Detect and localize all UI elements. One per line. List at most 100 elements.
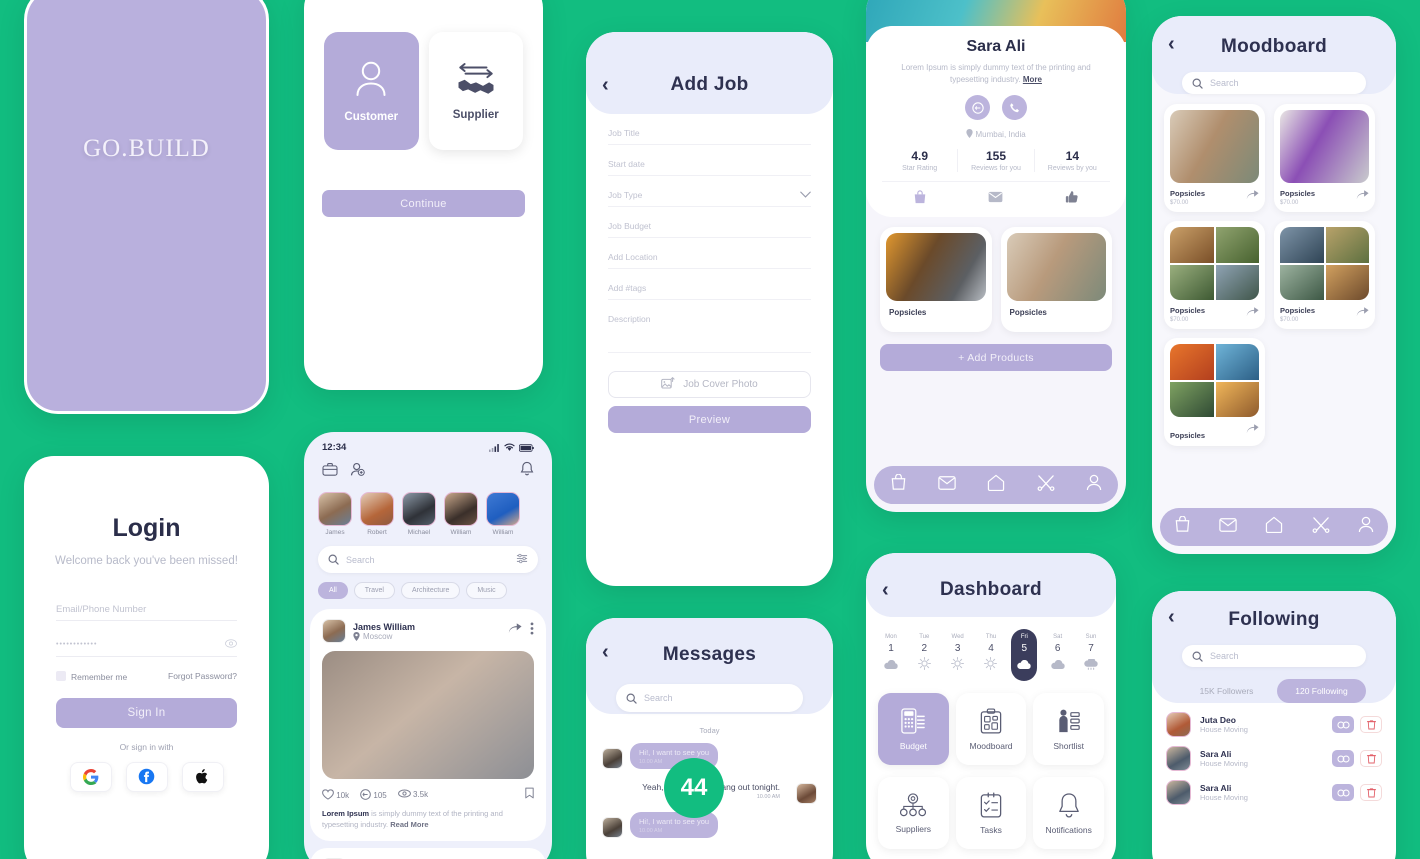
continue-button[interactable]: Continue <box>322 190 525 217</box>
nav-bag-icon[interactable] <box>890 473 907 496</box>
share-icon[interactable] <box>508 622 522 640</box>
tab-following[interactable]: 120 Following <box>1277 679 1366 703</box>
eye-icon[interactable] <box>225 639 237 651</box>
search-input[interactable]: Search <box>1182 72 1366 94</box>
read-more-link[interactable]: Read More <box>390 820 428 829</box>
add-tags-input[interactable]: Add #tags <box>608 269 811 300</box>
mail-icon[interactable] <box>988 190 1003 209</box>
story-item[interactable]: Robert <box>360 492 394 536</box>
share-icon[interactable] <box>1356 305 1369 323</box>
day-item[interactable]: Wed 3 <box>945 629 971 681</box>
job-title-input[interactable]: Job Title <box>608 114 811 145</box>
filter-icon[interactable] <box>516 553 528 566</box>
search-input[interactable]: Search <box>1182 645 1366 667</box>
story-item[interactable]: James <box>318 492 352 536</box>
delete-button[interactable] <box>1360 784 1382 801</box>
bell-icon[interactable] <box>520 461 534 482</box>
mood-card[interactable]: Popsicles $70.00 <box>1164 104 1265 212</box>
share-icon[interactable] <box>1246 305 1259 323</box>
back-button[interactable]: ‹ <box>882 580 889 600</box>
chip-all[interactable]: All <box>318 582 348 599</box>
add-user-icon[interactable] <box>350 462 365 482</box>
thumbs-up-icon[interactable] <box>1065 190 1079 209</box>
remember-me-checkbox[interactable]: Remember me <box>56 670 127 682</box>
job-type-select[interactable]: Job Type <box>608 176 811 207</box>
email-field[interactable]: Email/Phone Number <box>56 604 237 621</box>
nav-mail-icon[interactable] <box>938 475 956 495</box>
like-stat[interactable]: 10k <box>322 788 349 800</box>
day-item[interactable]: Tue 2 <box>911 629 937 681</box>
search-input[interactable]: Search <box>318 546 538 573</box>
nav-tools-icon[interactable] <box>1312 516 1330 538</box>
back-button[interactable]: ‹ <box>602 642 609 662</box>
add-location-input[interactable]: Add Location <box>608 238 811 269</box>
product-card[interactable]: Popsicles <box>880 227 992 332</box>
job-cover-photo-button[interactable]: Job Cover Photo <box>608 371 811 398</box>
google-signin-button[interactable] <box>69 761 112 792</box>
more-link[interactable]: More <box>1023 75 1042 84</box>
bookmark-icon[interactable] <box>525 787 534 801</box>
share-icon[interactable] <box>1246 422 1259 440</box>
delete-button[interactable] <box>1360 716 1382 733</box>
unfollow-button[interactable] <box>1332 716 1354 733</box>
job-budget-input[interactable]: Job Budget <box>608 207 811 238</box>
mood-card[interactable]: Popsicles <box>1164 338 1265 446</box>
nav-user-icon[interactable] <box>1086 474 1102 496</box>
delete-button[interactable] <box>1360 750 1382 767</box>
day-item[interactable]: Mon 1 <box>878 629 904 681</box>
mood-card[interactable]: Popsicles $70.00 <box>1274 221 1375 329</box>
nav-tools-icon[interactable] <box>1037 474 1055 496</box>
day-item[interactable]: Thu 4 <box>978 629 1004 681</box>
tile-suppliers[interactable]: Suppliers <box>878 777 949 849</box>
nav-user-icon[interactable] <box>1358 516 1374 538</box>
tile-moodboard[interactable]: Moodboard <box>955 693 1027 765</box>
start-date-input[interactable]: Start date <box>608 145 811 176</box>
tile-notifications[interactable]: Notifications <box>1033 777 1105 849</box>
day-item[interactable]: Sun 7 <box>1078 629 1104 681</box>
unfollow-button[interactable] <box>1332 784 1354 801</box>
nav-home-icon[interactable] <box>987 474 1005 496</box>
facebook-signin-button[interactable] <box>125 761 168 792</box>
password-field[interactable]: •••••••••••• <box>56 639 237 657</box>
forgot-password-link[interactable]: Forgot Password? <box>168 671 237 681</box>
nav-bag-icon[interactable] <box>1174 515 1191 538</box>
add-products-button[interactable]: + Add Products <box>880 344 1112 371</box>
mood-card[interactable]: Popsicles $70.00 <box>1164 221 1265 329</box>
share-icon[interactable] <box>1356 188 1369 206</box>
tile-budget[interactable]: Budget <box>878 693 949 765</box>
signin-button[interactable]: Sign In <box>56 697 237 728</box>
view-stat[interactable]: 3.5k <box>397 789 428 799</box>
role-card-supplier[interactable]: Supplier <box>428 32 523 150</box>
briefcase-icon[interactable] <box>322 462 338 481</box>
day-item-selected[interactable]: Fri 5 <box>1011 629 1038 681</box>
call-button[interactable] <box>1002 95 1027 120</box>
chip-music[interactable]: Music <box>466 582 507 599</box>
preview-button[interactable]: Preview <box>608 406 811 433</box>
back-button[interactable]: ‹ <box>1168 34 1175 54</box>
tab-followers[interactable]: 15K Followers <box>1182 679 1271 703</box>
day-item[interactable]: Sat 6 <box>1045 629 1071 681</box>
search-input[interactable]: Search <box>616 684 803 712</box>
more-options-icon[interactable] <box>530 622 534 640</box>
chat-button[interactable] <box>965 95 990 120</box>
product-card[interactable]: Popsicles <box>1000 227 1112 332</box>
mood-card[interactable]: Popsicles $70.00 <box>1274 104 1375 212</box>
back-button[interactable]: ‹ <box>602 75 609 95</box>
chip-architecture[interactable]: Architecture <box>400 582 461 599</box>
role-card-customer[interactable]: Customer <box>324 32 419 150</box>
share-icon[interactable] <box>1246 188 1259 206</box>
story-item[interactable]: William <box>444 492 478 536</box>
story-item[interactable]: William <box>486 492 520 536</box>
bag-icon[interactable] <box>913 190 927 209</box>
apple-signin-button[interactable] <box>181 761 224 792</box>
tile-tasks[interactable]: Tasks <box>955 777 1027 849</box>
story-item[interactable]: Michael <box>402 492 436 536</box>
unfollow-button[interactable] <box>1332 750 1354 767</box>
nav-home-icon[interactable] <box>1265 516 1283 538</box>
back-button[interactable]: ‹ <box>1168 607 1175 627</box>
description-input[interactable]: Description <box>608 300 811 353</box>
chip-travel[interactable]: Travel <box>353 582 395 599</box>
comment-stat[interactable]: 105 <box>360 788 387 800</box>
nav-mail-icon[interactable] <box>1219 517 1238 537</box>
tile-shortlist[interactable]: Shortlist <box>1033 693 1105 765</box>
